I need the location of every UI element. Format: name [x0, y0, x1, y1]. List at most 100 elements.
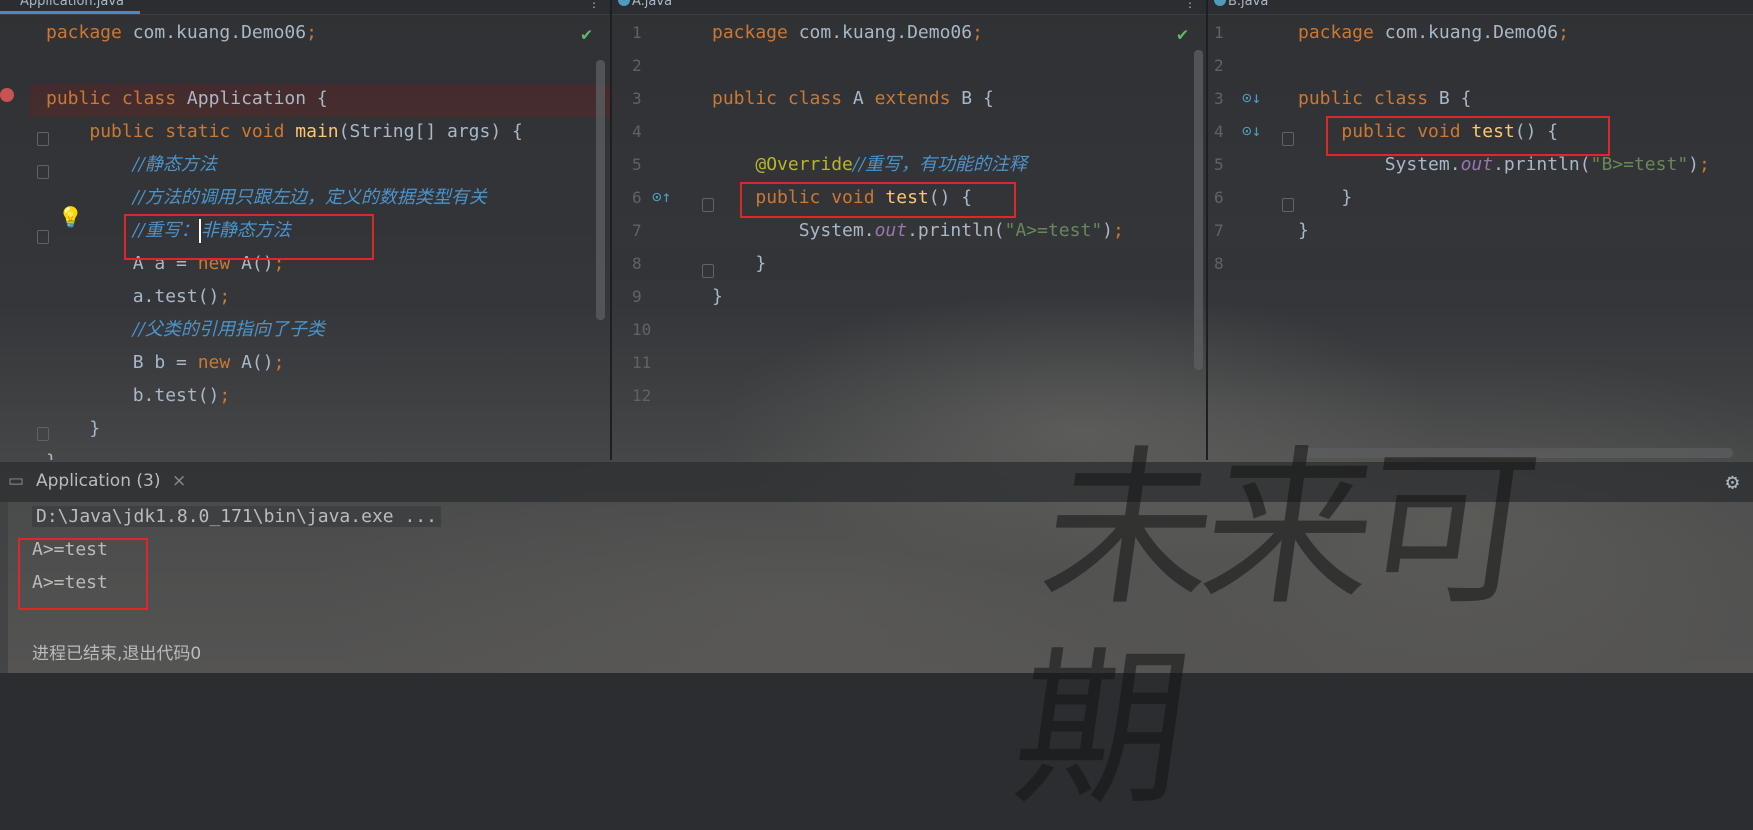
class-icon — [618, 0, 630, 6]
more-icon[interactable]: ⋮ — [588, 0, 600, 10]
tab-a-java[interactable]: A.java ⋮ — [612, 0, 1206, 15]
code-token: new — [197, 352, 242, 373]
tab-b-java[interactable]: B.java — [1208, 0, 1753, 15]
close-tab-icon[interactable]: × — [172, 471, 186, 491]
code-token: B b = — [46, 352, 198, 373]
console-side-toolbar — [0, 502, 8, 673]
vertical-scrollbar[interactable] — [1194, 50, 1203, 370]
code-token: B { — [1438, 88, 1472, 109]
fold-marker-icon[interactable] — [37, 165, 49, 179]
code-line[interactable]: } — [0, 412, 610, 445]
line-number: 6 — [1214, 188, 1224, 207]
line-number: 5 — [1214, 155, 1224, 174]
code-text: } — [712, 280, 723, 313]
code-token: out — [1460, 154, 1494, 175]
code-line[interactable]: 2 — [612, 49, 1206, 82]
line-number: 3 — [632, 89, 642, 108]
code-line[interactable]: 1 package com.kuang.Demo06; — [612, 16, 1206, 49]
settings-gear-icon[interactable]: ⚙ — [1726, 470, 1739, 495]
code-token: out — [874, 220, 908, 241]
code-line[interactable]: 8 — [1208, 247, 1753, 280]
code-token: A() — [241, 352, 274, 373]
code-line[interactable]: 11 — [612, 346, 1206, 379]
console-exit-message: 进程已结束,退出代码0 — [32, 644, 202, 664]
run-tab-label[interactable]: Application (3) — [36, 471, 160, 491]
code-token: @Override — [755, 154, 853, 175]
code-line[interactable]: package com.kuang.Demo06; — [0, 16, 610, 49]
code-line[interactable]: 3 public class B { — [1208, 82, 1753, 115]
code-token: Application { — [186, 88, 328, 109]
editor-pane-a[interactable]: A.java ⋮ ✔ ⊙↑ 1 package com.kuang.Demo06;… — [612, 0, 1206, 460]
more-icon[interactable]: ⋮ — [1184, 0, 1196, 10]
code-token: } — [1298, 220, 1309, 241]
line-number: 4 — [1214, 122, 1224, 141]
code-line[interactable]: 10 — [612, 313, 1206, 346]
code-token: public class — [46, 88, 187, 109]
code-token: public class — [712, 88, 853, 109]
code-line[interactable]: 1 package com.kuang.Demo06; — [1208, 16, 1753, 49]
code-line[interactable]: public static void main(String[] args) { — [0, 115, 610, 148]
fold-marker-icon[interactable] — [37, 230, 49, 244]
code-text: public class A extends B { — [712, 82, 994, 115]
tab-label: Application.java — [20, 0, 125, 9]
fold-marker-icon[interactable] — [37, 427, 49, 441]
highlight-box-b-test — [1326, 116, 1610, 156]
code-line[interactable]: public class Application { — [0, 82, 610, 115]
line-number: 1 — [632, 23, 642, 42]
code-line[interactable]: 7} — [1208, 214, 1753, 247]
code-text: } — [1298, 181, 1352, 214]
code-line[interactable]: a.test(); — [0, 280, 610, 313]
code-line[interactable]: 7 System.out.println("A>=test"); — [612, 214, 1206, 247]
code-token: .println( — [1493, 154, 1591, 175]
code-token: } — [1298, 187, 1353, 208]
code-text: //方法的调用只跟左边，定义的数据类型有关 — [46, 181, 487, 214]
code-line[interactable]: 3 public class A extends B { — [612, 82, 1206, 115]
code-line[interactable] — [0, 49, 610, 82]
editor-pane-b[interactable]: B.java ⊙↓ ⊙↓ 1 package com.kuang.Demo06; 2… — [1208, 0, 1753, 460]
fold-marker-icon[interactable] — [702, 198, 714, 212]
fold-marker-icon[interactable] — [1282, 198, 1294, 212]
fold-marker-icon[interactable] — [702, 264, 714, 278]
fold-marker-icon[interactable] — [1282, 132, 1294, 146]
code-text: //静态方法 — [46, 148, 217, 181]
code-token: } — [712, 253, 767, 274]
code-line[interactable]: //静态方法 — [0, 148, 610, 181]
code-line[interactable]: 5 @Override//重写，有功能的注释 — [612, 148, 1206, 181]
code-line[interactable]: B b = new A(); — [0, 346, 610, 379]
code-line[interactable]: //方法的调用只跟左边，定义的数据类型有关 — [0, 181, 610, 214]
code-token: //重写，有功能的注释 — [852, 154, 1028, 175]
code-token: ; — [972, 22, 983, 43]
code-line[interactable]: 9} — [612, 280, 1206, 313]
line-number: 2 — [632, 56, 642, 75]
fold-marker-icon[interactable] — [37, 132, 49, 146]
code-text: B b = new A(); — [46, 346, 285, 379]
code-token: ; — [219, 286, 231, 307]
code-text: //父类的引用指向了子类 — [46, 313, 325, 346]
code-token: //父类的引用指向了子类 — [132, 319, 325, 340]
code-text: package com.kuang.Demo06; — [46, 16, 317, 49]
code-line[interactable]: 2 — [1208, 49, 1753, 82]
line-number: 8 — [1214, 254, 1224, 273]
line-number: 10 — [632, 320, 652, 339]
code-line[interactable]: } — [0, 445, 610, 460]
line-number: 4 — [632, 122, 642, 141]
tab-application-java[interactable]: Application.java ⋮ — [0, 0, 610, 15]
code-line[interactable]: b.test(); — [0, 379, 610, 412]
line-number: 7 — [632, 221, 642, 240]
code-line[interactable]: 4 — [612, 115, 1206, 148]
code-token: //静态方法 — [132, 154, 217, 175]
code-line[interactable]: 12 — [612, 379, 1206, 412]
code-token: b.test() — [46, 385, 220, 406]
vertical-scrollbar[interactable] — [596, 60, 605, 320]
code-token: } — [46, 451, 57, 460]
code-token: ; — [306, 22, 317, 43]
code-token: System. — [1298, 154, 1461, 175]
editor-pane-application[interactable]: Application.java ⋮ ✔ 💡 package com.kuang… — [0, 0, 610, 460]
code-line[interactable]: //父类的引用指向了子类 — [0, 313, 610, 346]
line-number: 8 — [632, 254, 642, 273]
